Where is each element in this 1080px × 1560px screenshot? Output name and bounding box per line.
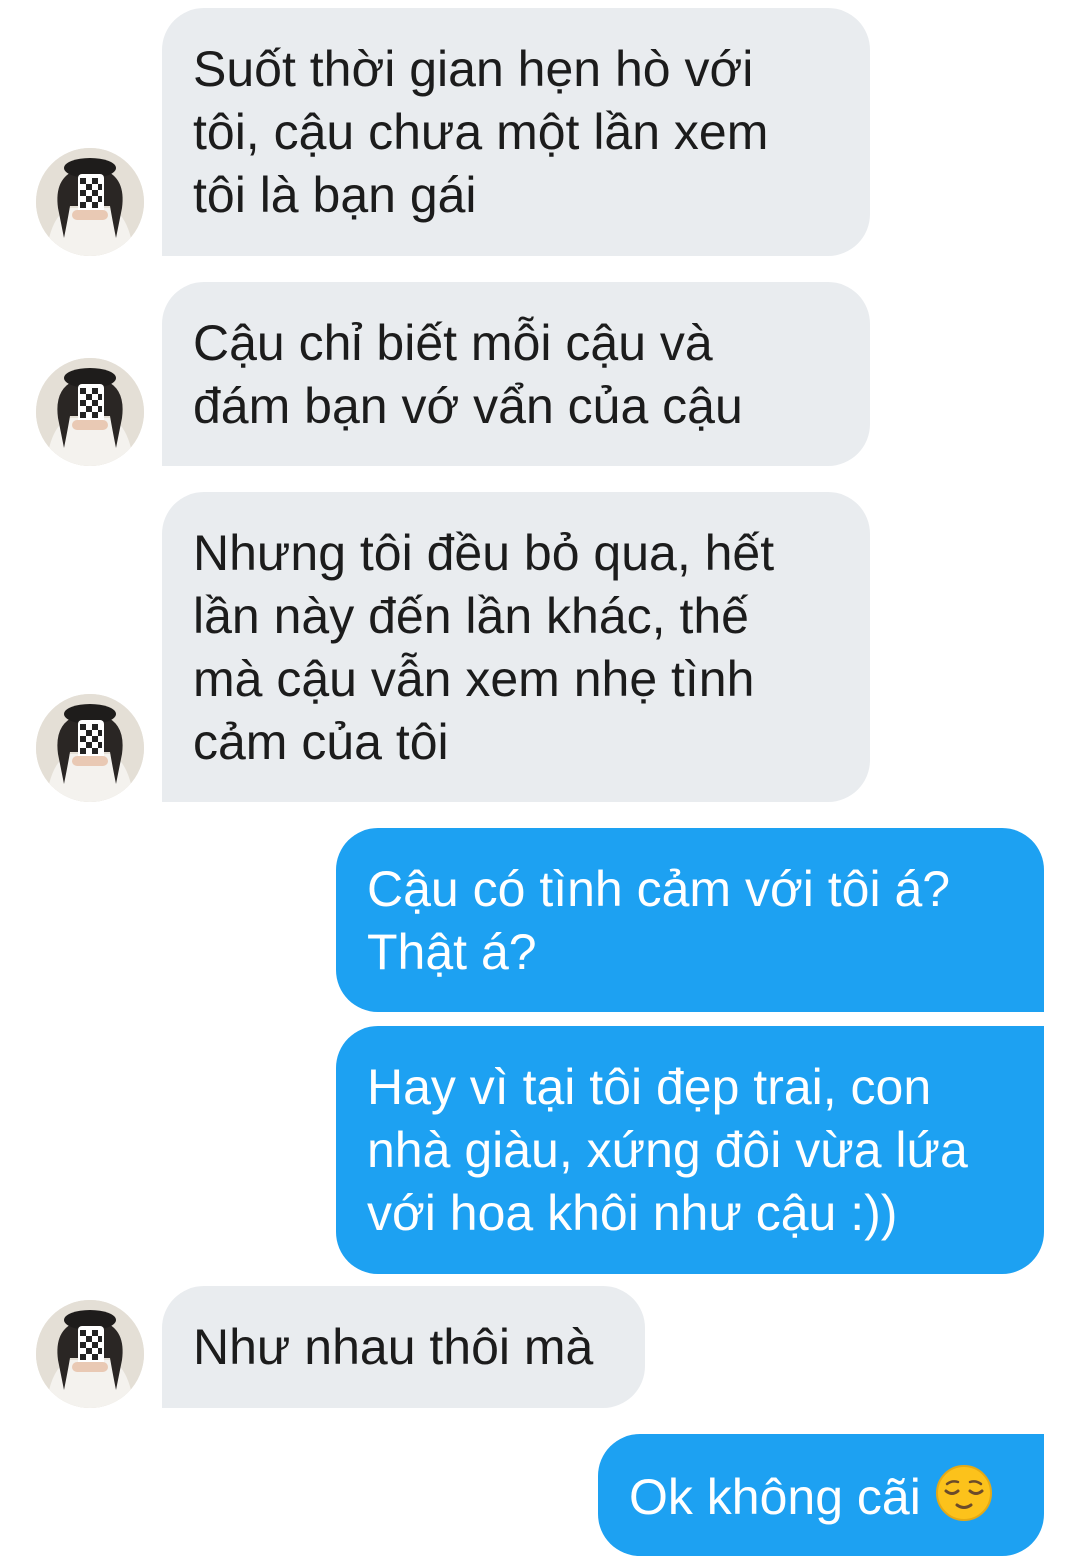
contact-avatar: [36, 694, 144, 802]
incoming-message-bubble[interactable]: Như nhau thôi mà: [162, 1286, 645, 1408]
incoming-message-bubble[interactable]: Nhưng tôi đều bỏ qua, hết lần này đến lầ…: [162, 492, 870, 802]
relieved-face-icon: [935, 1464, 993, 1537]
incoming-message-bubble[interactable]: Suốt thời gian hẹn hò với tôi, cậu chưa …: [162, 8, 870, 256]
incoming-message-bubble[interactable]: Cậu chỉ biết mỗi cậu và đám bạn vớ vẩn c…: [162, 282, 870, 466]
contact-avatar: [36, 1300, 144, 1408]
outgoing-message-bubble[interactable]: Hay vì tại tôi đẹp trai, con nhà giàu, x…: [336, 1026, 1044, 1274]
avatar-girl-icon: [36, 1300, 144, 1408]
outgoing-message-bubble[interactable]: Cậu có tình cảm với tôi á? Thật á?: [336, 828, 1044, 1012]
contact-avatar: [36, 358, 144, 466]
contact-avatar: [36, 148, 144, 256]
avatar-girl-icon: [36, 694, 144, 802]
message-text: Ok không cãi: [629, 1469, 921, 1525]
avatar-girl-icon: [36, 148, 144, 256]
avatar-girl-icon: [36, 358, 144, 466]
outgoing-message-bubble[interactable]: Ok không cãi: [598, 1434, 1044, 1556]
